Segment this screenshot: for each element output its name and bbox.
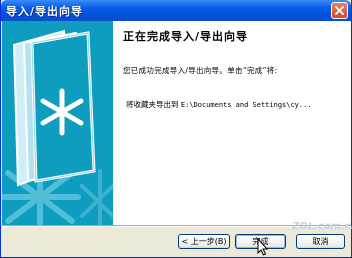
snowflake-background-icon-small [80, 169, 113, 225]
wizard-side-banner [2, 21, 113, 225]
export-summary-prefix: 将收藏夹导出到 [126, 100, 179, 109]
back-button[interactable]: < 上一步(B) [178, 234, 230, 249]
wizard-heading: 正在完成导入/导出向导 [123, 30, 249, 43]
wizard-content-panel: 正在完成导入/导出向导 您已成功完成导入/导出向导。单击“完成”将: 将收藏夹导… [113, 21, 351, 225]
mouse-cursor-icon [257, 238, 269, 256]
close-icon [335, 6, 344, 15]
export-summary-line: 将收藏夹导出到 E:\Documents and Settings\cy... [126, 99, 312, 110]
import-export-wizard-window: 导入/导出向导 正在完成导入/导出向导 您已成功完成导入/导出向导。单击“完成”… [0, 0, 352, 258]
close-button[interactable] [331, 2, 348, 19]
export-path-value: E:\Documents and Settings\cy... [180, 101, 312, 109]
wizard-banner-graphic [2, 29, 113, 225]
watermark-logo: ZOL.com.cn [292, 221, 352, 232]
window-title: 导入/导出向导 [6, 5, 84, 18]
title-bar[interactable]: 导入/导出向导 [1, 0, 351, 21]
cancel-button[interactable]: 取消 [296, 234, 345, 249]
completion-message: 您已成功完成导入/导出向导。单击“完成”将: [123, 66, 278, 75]
